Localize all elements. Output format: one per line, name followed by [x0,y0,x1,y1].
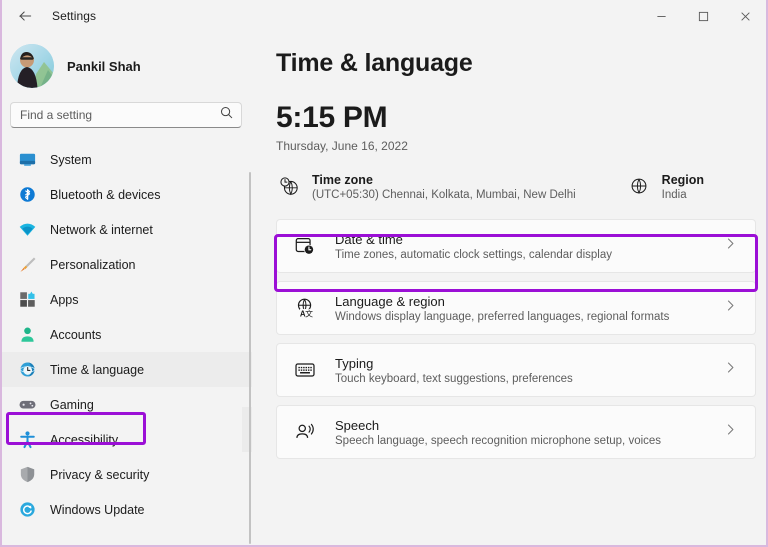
sidebar-item-accounts[interactable]: Accounts [2,317,252,352]
svg-text:文: 文 [305,309,313,319]
sidebar-item-label: Bluetooth & devices [50,188,161,202]
region-value: India [662,189,704,201]
sidebar-item-label: Privacy & security [50,468,149,482]
person-account-icon [16,324,38,346]
sidebar-item-apps[interactable]: Apps [2,282,252,317]
card-title: Speech [335,418,661,433]
title-bar: Settings [2,0,766,32]
search-icon [220,106,233,124]
time-zone-info: Time zone (UTC+05:30) Chennai, Kolkata, … [276,173,576,201]
settings-card-list: Date & time Time zones, automatic clock … [276,219,766,459]
sidebar-item-accessibility[interactable]: Accessibility [2,422,252,457]
time-zone-label: Time zone [312,173,576,187]
sidebar-item-label: Time & language [50,363,144,377]
current-time: 5:15 PM [276,101,766,135]
settings-card-language-region[interactable]: A 文 Language & region Windows display la… [276,281,756,335]
timezone-region-row: Time zone (UTC+05:30) Chennai, Kolkata, … [276,173,766,201]
user-name: Pankil Shah [67,59,141,74]
current-date: Thursday, June 16, 2022 [276,139,766,153]
avatar-photo-icon [10,44,54,88]
card-subtitle: Touch keyboard, text suggestions, prefer… [335,373,573,385]
sidebar-item-system[interactable]: System [2,142,252,177]
card-title: Date & time [335,232,612,247]
card-title: Typing [335,356,573,371]
sidebar-item-label: Windows Update [50,503,145,517]
calendar-clock-icon [291,235,319,257]
shield-icon [16,464,38,486]
speech-icon [291,421,319,443]
close-button[interactable] [724,0,766,32]
update-refresh-icon [16,499,38,521]
card-subtitle: Speech language, speech recognition micr… [335,435,661,447]
sidebar-item-network-internet[interactable]: Network & internet [2,212,252,247]
settings-card-speech[interactable]: Speech Speech language, speech recogniti… [276,405,756,459]
time-zone-value: (UTC+05:30) Chennai, Kolkata, Mumbai, Ne… [312,189,576,201]
sidebar: Pankil Shah [2,32,252,545]
region-label: Region [662,173,704,187]
sidebar-item-label: Apps [50,293,79,307]
sidebar-item-label: System [50,153,92,167]
bluetooth-icon [16,184,38,206]
clock-globe-icon [276,173,302,196]
sidebar-item-label: Accessibility [50,433,118,447]
settings-card-date-time[interactable]: Date & time Time zones, automatic clock … [276,219,756,273]
page-title: Time & language [276,49,766,78]
search-box[interactable] [10,102,242,128]
region-info: Region India [626,173,704,201]
settings-card-typing[interactable]: Typing Touch keyboard, text suggestions,… [276,343,756,397]
chevron-right-icon [724,299,737,317]
keyboard-icon [291,359,319,381]
sidebar-nav: System Bluetooth & devices [2,142,252,527]
card-title: Language & region [335,294,669,309]
card-subtitle: Windows display language, preferred lang… [335,311,669,323]
sidebar-item-label: Gaming [50,398,94,412]
game-controller-icon [16,394,38,416]
back-arrow-icon [18,9,33,24]
chevron-right-icon [724,423,737,441]
display-monitor-icon [16,149,38,171]
sidebar-item-privacy-security[interactable]: Privacy & security [2,457,252,492]
avatar [10,44,54,88]
apps-grid-icon [16,289,38,311]
card-subtitle: Time zones, automatic clock settings, ca… [335,249,612,261]
minimize-button[interactable] [640,0,682,32]
language-globe-icon: A 文 [291,297,319,319]
window-controls [640,0,766,32]
sidebar-item-label: Personalization [50,258,135,272]
sidebar-item-gaming[interactable]: Gaming [2,387,252,422]
globe-icon [626,173,652,196]
chevron-right-icon [724,361,737,379]
user-profile[interactable]: Pankil Shah [2,32,252,88]
accessibility-icon [16,429,38,451]
maximize-icon [698,11,709,22]
back-button[interactable] [8,1,42,31]
search-input[interactable] [11,108,211,122]
sidebar-item-label: Accounts [50,328,101,342]
settings-window: Settings [0,0,768,547]
chevron-right-icon [724,237,737,255]
sidebar-item-time-language[interactable]: Time & language [2,352,252,387]
window-title: Settings [52,9,96,23]
maximize-button[interactable] [682,0,724,32]
sidebar-item-label: Network & internet [50,223,153,237]
clock-globe-icon [16,359,38,381]
close-icon [740,11,751,22]
search-container [2,88,252,128]
sidebar-item-bluetooth-devices[interactable]: Bluetooth & devices [2,177,252,212]
wifi-icon [16,219,38,241]
sidebar-scrollbar[interactable] [249,172,251,544]
sidebar-item-windows-update[interactable]: Windows Update [2,492,252,527]
paintbrush-icon [16,254,38,276]
main-content: Time & language 5:15 PM Thursday, June 1… [252,32,766,545]
minimize-icon [656,11,667,22]
sidebar-item-personalization[interactable]: Personalization [2,247,252,282]
